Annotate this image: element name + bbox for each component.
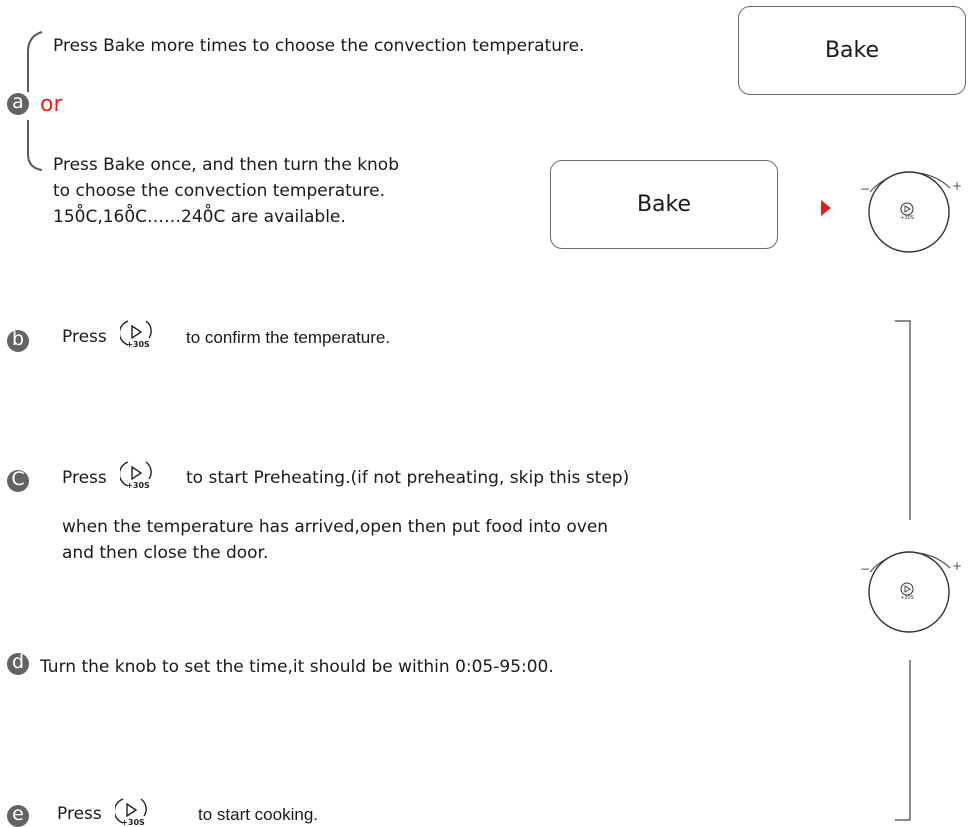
step-b-badge: b xyxy=(7,330,29,352)
or-text: or xyxy=(40,92,63,117)
start-plus-30s-icon: +30S xyxy=(120,320,152,348)
knob-minus-label: − xyxy=(860,182,870,196)
start-plus-30s-icon: +30S xyxy=(120,461,152,489)
option1-text: Press Bake more times to choose the conv… xyxy=(53,36,585,56)
step-d-badge: d xyxy=(7,653,29,675)
button-symbol-label: +30S xyxy=(126,481,150,489)
step-c-line3: and then close the door. xyxy=(62,543,269,563)
bake-key-middle[interactable]: Bake xyxy=(550,160,778,249)
step-e-suffix: to start cooking. xyxy=(198,805,319,824)
option2-line1: Press Bake once, and then turn the knob xyxy=(53,155,400,175)
option-bracket-top xyxy=(27,31,43,92)
knob-plus-label: + xyxy=(952,179,962,193)
option2-line3: 150̊C,160̊C……240̊C are available. xyxy=(53,207,346,227)
step-e-badge: e xyxy=(7,805,29,827)
bake-key-top[interactable]: Bake xyxy=(738,6,966,95)
step-b-suffix: to confirm the temperature. xyxy=(186,328,391,347)
right-bracket-top xyxy=(895,320,911,520)
knob-icon[interactable]: − + +30S xyxy=(848,160,968,270)
step-d-text: Turn the knob to set the time,it should … xyxy=(40,657,554,677)
knob-button-label: +30S xyxy=(900,595,914,601)
start-plus-30s-icon: +30S xyxy=(115,798,147,826)
right-bracket-bottom xyxy=(895,660,911,821)
option-bracket-bottom xyxy=(27,120,43,171)
arrow-right-icon xyxy=(821,200,831,216)
step-a-badge: a xyxy=(7,93,29,115)
knob-minus-label: − xyxy=(860,562,870,576)
step-b-prefix: Press xyxy=(62,327,107,347)
button-symbol-label: +30S xyxy=(121,818,145,826)
step-c-prefix: Press xyxy=(62,468,107,488)
step-c-badge: C xyxy=(7,470,29,492)
step-c-suffix: to start Preheating.(if not preheating, … xyxy=(186,468,630,488)
step-c-line2: when the temperature has arrived,open th… xyxy=(62,517,609,537)
button-symbol-label: +30S xyxy=(126,340,150,348)
knob-icon[interactable]: − + +30S xyxy=(848,540,968,650)
knob-button-label: +30S xyxy=(900,215,914,221)
knob-plus-label: + xyxy=(952,559,962,573)
step-e-prefix: Press xyxy=(57,804,102,824)
option2-line2: to choose the convection temperature. xyxy=(53,181,386,201)
